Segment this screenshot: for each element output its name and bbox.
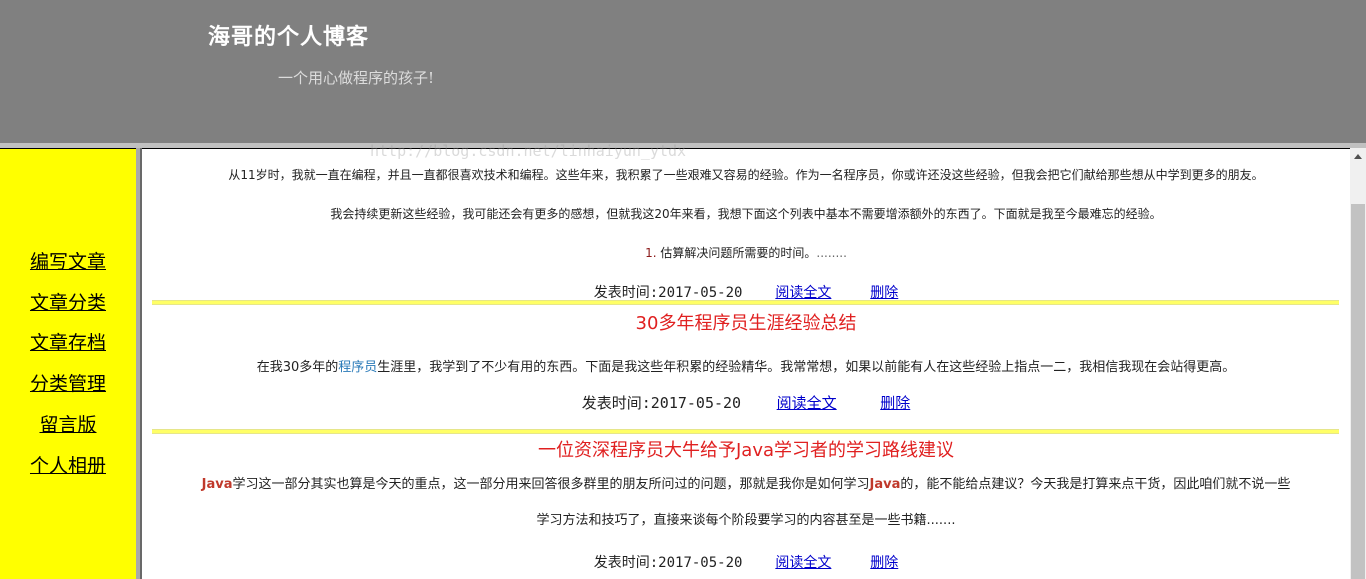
- post2-read-more-link[interactable]: 阅读全文: [777, 394, 837, 412]
- nav-article-category[interactable]: 文章分类: [0, 288, 136, 315]
- site-title: 海哥的个人博客: [208, 24, 370, 50]
- sidebar: 编写文章 文章分类 文章存档 分类管理 留言版 个人相册: [0, 148, 136, 579]
- scroll-up-button[interactable]: [1350, 148, 1366, 165]
- nav-guestbook[interactable]: 留言版: [0, 410, 136, 437]
- post2-summary-post: 生涯里，我学到了不少有用的东西。下面是我这些年积累的经验精华。我常常想，如果以前…: [377, 360, 1236, 375]
- site-header: 海哥的个人博客 一个用心做程序的孩子!: [0, 0, 1366, 143]
- list-text: 估算解决问题所需要的时间。: [660, 246, 817, 260]
- post3-summary-b: 的，能不能给点建议？今天我是打算来点干货，因此咱们就不说一些: [900, 477, 1291, 492]
- post1-date: 发表时间:2017-05-20: [593, 285, 743, 301]
- post2-date: 发表时间:2017-05-20: [581, 394, 742, 412]
- post3-title[interactable]: 一位资深程序员大牛给予Java学习者的学习路线建议: [142, 436, 1350, 462]
- post3-java-2: Java: [869, 477, 901, 492]
- post-separator: [152, 300, 1339, 305]
- post1-list-item: 1. 估算解决问题所需要的时间。........: [142, 244, 1350, 261]
- site-subtitle: 一个用心做程序的孩子!: [278, 69, 435, 87]
- post3-summary-a: 学习这一部分其实也算是今天的重点，这一部分用来回答很多群里的朋友所问过的问题，那…: [232, 477, 870, 492]
- main-content: 从11岁时，我就一直在编程，并且一直都很喜欢技术和编程。这些年来，我积累了一些艰…: [142, 148, 1350, 579]
- post1-read-more-link[interactable]: 阅读全文: [775, 285, 831, 301]
- post3-delete-link[interactable]: 删除: [870, 555, 898, 571]
- post2-title[interactable]: 30多年程序员生涯经验总结: [142, 309, 1350, 335]
- post1-delete-link[interactable]: 删除: [870, 285, 898, 301]
- nav-category-manage[interactable]: 分类管理: [0, 369, 136, 396]
- post3-read-more-link[interactable]: 阅读全文: [775, 555, 831, 571]
- post3-java-1: Java: [201, 477, 233, 492]
- list-ellipsis: ........: [816, 246, 847, 260]
- post-separator: [152, 429, 1339, 434]
- post3-summary-line1: Java学习这一部分其实也算是今天的重点，这一部分用来回答很多群里的朋友所问过的…: [142, 473, 1350, 492]
- post2-summary: 在我30多年的程序员生涯里，我学到了不少有用的东西。下面是我这些年积累的经验精华…: [142, 356, 1350, 375]
- nav-article-archive[interactable]: 文章存档: [0, 328, 136, 355]
- vertical-scrollbar[interactable]: [1350, 148, 1366, 579]
- post2-meta: 发表时间:2017-05-20 阅读全文 删除: [142, 392, 1350, 413]
- post2-summary-link[interactable]: 程序员: [338, 360, 377, 375]
- post1-paragraph-2: 我会持续更新这些经验，我可能还会有更多的感想，但就我这20年来看，我想下面这个列…: [330, 207, 1162, 221]
- scroll-thumb[interactable]: [1351, 204, 1365, 579]
- arrow-up-icon: [1354, 154, 1362, 159]
- post3-summary-line2: 学习方法和技巧了，直接来谈每个阶段要学习的内容甚至是一些书籍.......: [536, 513, 956, 528]
- post2-delete-link[interactable]: 删除: [880, 394, 910, 412]
- post2-summary-pre: 在我30多年的: [256, 360, 339, 375]
- post1-paragraph-1: 从11岁时，我就一直在编程，并且一直都很喜欢技术和编程。这些年来，我积累了一些艰…: [228, 168, 1264, 182]
- post1-meta: 发表时间:2017-05-20 阅读全文 删除: [142, 282, 1350, 302]
- post3-date: 发表时间:2017-05-20: [593, 555, 743, 571]
- nav-write-article[interactable]: 编写文章: [0, 247, 136, 274]
- nav-photo-album[interactable]: 个人相册: [0, 451, 136, 478]
- list-number: 1.: [645, 246, 657, 260]
- post3-meta: 发表时间:2017-05-20 阅读全文 删除: [142, 552, 1350, 572]
